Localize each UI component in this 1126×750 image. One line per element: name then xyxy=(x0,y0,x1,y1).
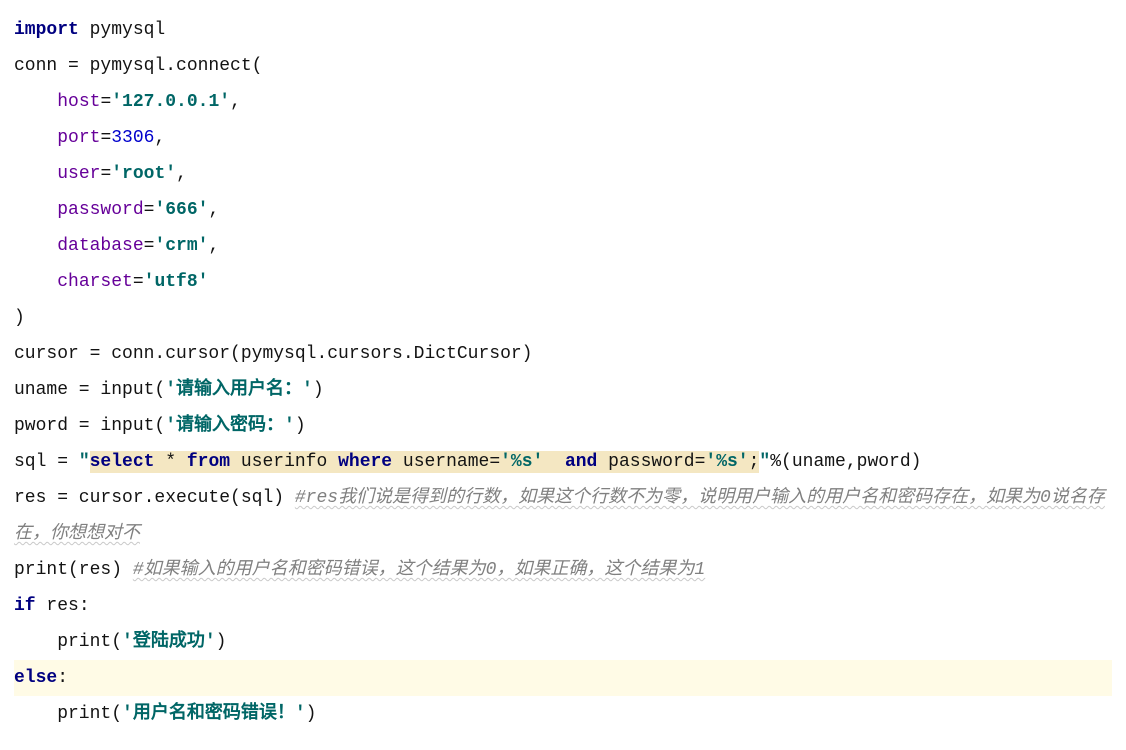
comment: #如果输入的用户名和密码错误，这个结果为0，如果正确，这个结果为1 xyxy=(133,560,705,580)
format-placeholder: '%s' xyxy=(500,451,543,473)
kwarg-host: host xyxy=(57,92,100,112)
code-line-2: conn = pymysql.connect( xyxy=(14,48,1112,84)
sql-keyword-and: and xyxy=(554,451,608,473)
number-literal: 3306 xyxy=(111,128,154,148)
string-literal: '请输入密码：' xyxy=(165,416,295,436)
code-line-4: port=3306, xyxy=(14,120,1112,156)
code-line-17: print('登陆成功') xyxy=(14,624,1112,660)
code-line-9: ) xyxy=(14,300,1112,336)
sql-keyword-where: where xyxy=(338,451,403,473)
code-line-1: import pymysql xyxy=(14,12,1112,48)
sql-keyword-from: from xyxy=(187,451,241,473)
code-line-8: charset='utf8' xyxy=(14,264,1112,300)
kwarg-user: user xyxy=(57,164,100,184)
code-line-6: password='666', xyxy=(14,192,1112,228)
format-placeholder: '%s' xyxy=(705,451,748,473)
code-line-12: pword = input('请输入密码：') xyxy=(14,408,1112,444)
sql-keyword-select: select xyxy=(90,451,166,473)
code-line-15: print(res) #如果输入的用户名和密码错误，这个结果为0，如果正确，这个… xyxy=(14,552,1112,588)
kwarg-charset: charset xyxy=(57,272,133,292)
code-line-19: print('用户名和密码错误！') xyxy=(14,696,1112,732)
code-line-13: sql = "select * from userinfo where user… xyxy=(14,444,1112,480)
kwarg-password: password xyxy=(57,200,143,220)
string-literal: 'crm' xyxy=(154,236,208,256)
string-literal: '用户名和密码错误！' xyxy=(122,704,306,724)
code-line-7: database='crm', xyxy=(14,228,1112,264)
module-name: pymysql xyxy=(79,20,165,40)
code-line-18: else: xyxy=(14,660,1112,696)
code-line-11: uname = input('请输入用户名：') xyxy=(14,372,1112,408)
code-block: import pymysql conn = pymysql.connect( h… xyxy=(14,12,1112,732)
code-line-10: cursor = conn.cursor(pymysql.cursors.Dic… xyxy=(14,336,1112,372)
string-literal: '请输入用户名：' xyxy=(165,380,313,400)
code-line-16: if res: xyxy=(14,588,1112,624)
string-literal: '登陆成功' xyxy=(122,632,216,652)
keyword-else: else xyxy=(14,668,57,688)
string-literal: 'utf8' xyxy=(144,272,209,292)
kwarg-database: database xyxy=(57,236,143,256)
code-line-14: res = cursor.execute(sql) #res我们说是得到的行数，… xyxy=(14,480,1112,552)
string-literal: '127.0.0.1' xyxy=(111,92,230,112)
code-line-3: host='127.0.0.1', xyxy=(14,84,1112,120)
keyword-if: if xyxy=(14,596,36,616)
code-line-5: user='root', xyxy=(14,156,1112,192)
string-literal: '666' xyxy=(154,200,208,220)
string-literal: 'root' xyxy=(111,164,176,184)
kwarg-port: port xyxy=(57,128,100,148)
keyword-import: import xyxy=(14,20,79,40)
